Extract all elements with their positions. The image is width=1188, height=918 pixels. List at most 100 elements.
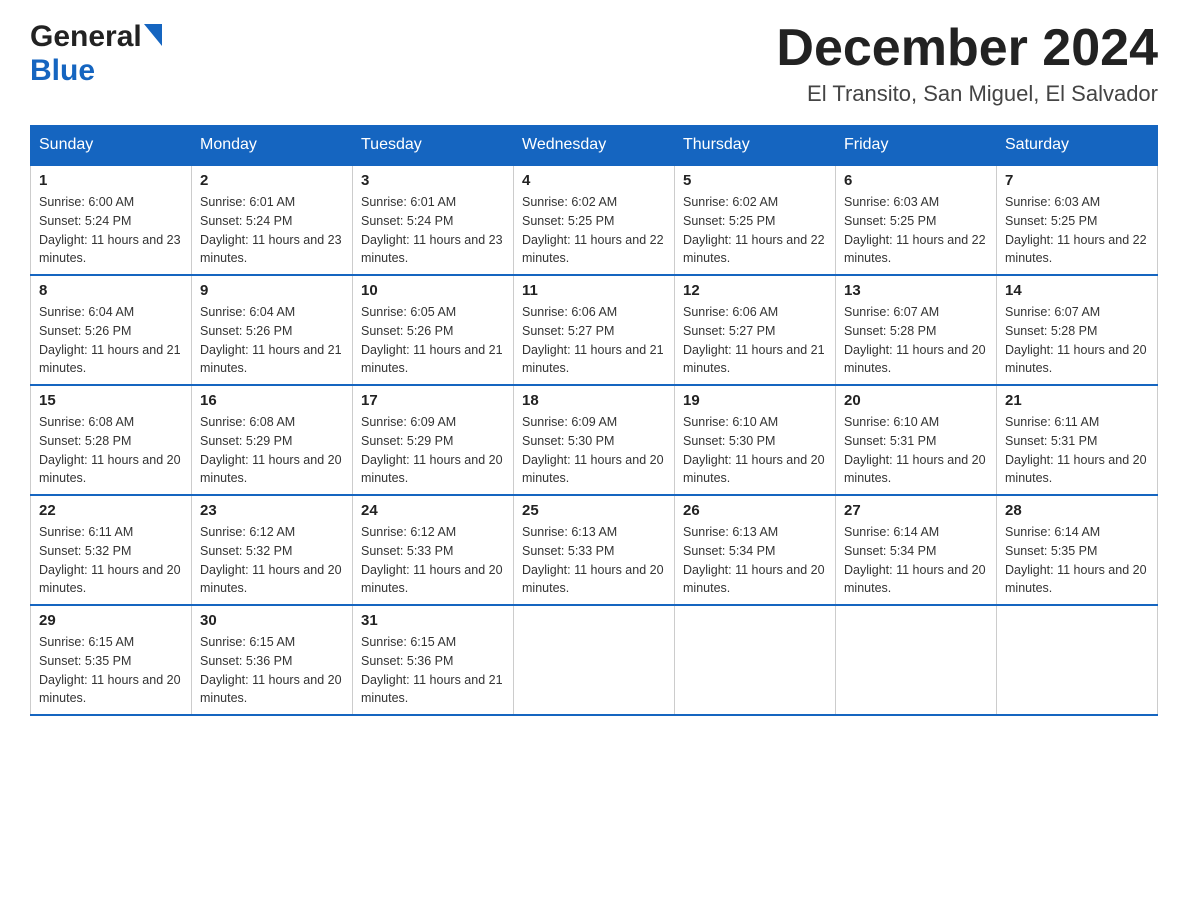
calendar-cell: 28 Sunrise: 6:14 AMSunset: 5:35 PMDaylig… [997, 495, 1158, 605]
calendar-header-thursday: Thursday [675, 126, 836, 166]
day-number: 31 [361, 612, 505, 629]
day-number: 16 [200, 392, 344, 409]
calendar-cell: 25 Sunrise: 6:13 AMSunset: 5:33 PMDaylig… [514, 495, 675, 605]
calendar-cell: 30 Sunrise: 6:15 AMSunset: 5:36 PMDaylig… [192, 605, 353, 715]
day-info: Sunrise: 6:07 AMSunset: 5:28 PMDaylight:… [844, 303, 988, 378]
day-info: Sunrise: 6:14 AMSunset: 5:35 PMDaylight:… [1005, 523, 1149, 598]
day-info: Sunrise: 6:03 AMSunset: 5:25 PMDaylight:… [844, 193, 988, 268]
day-info: Sunrise: 6:15 AMSunset: 5:36 PMDaylight:… [361, 633, 505, 708]
day-number: 19 [683, 392, 827, 409]
calendar-week-row: 15 Sunrise: 6:08 AMSunset: 5:28 PMDaylig… [31, 385, 1158, 495]
calendar-week-row: 1 Sunrise: 6:00 AMSunset: 5:24 PMDayligh… [31, 165, 1158, 275]
day-number: 23 [200, 502, 344, 519]
calendar-cell: 5 Sunrise: 6:02 AMSunset: 5:25 PMDayligh… [675, 165, 836, 275]
subtitle: El Transito, San Miguel, El Salvador [776, 81, 1158, 107]
day-info: Sunrise: 6:06 AMSunset: 5:27 PMDaylight:… [522, 303, 666, 378]
day-info: Sunrise: 6:15 AMSunset: 5:36 PMDaylight:… [200, 633, 344, 708]
day-info: Sunrise: 6:11 AMSunset: 5:31 PMDaylight:… [1005, 413, 1149, 488]
logo-arrow-icon [144, 24, 162, 51]
calendar-week-row: 8 Sunrise: 6:04 AMSunset: 5:26 PMDayligh… [31, 275, 1158, 385]
day-number: 3 [361, 172, 505, 189]
day-number: 7 [1005, 172, 1149, 189]
logo: General Blue [30, 20, 162, 88]
day-number: 22 [39, 502, 183, 519]
calendar-header-friday: Friday [836, 126, 997, 166]
calendar-header-tuesday: Tuesday [353, 126, 514, 166]
day-info: Sunrise: 6:09 AMSunset: 5:30 PMDaylight:… [522, 413, 666, 488]
calendar-cell: 23 Sunrise: 6:12 AMSunset: 5:32 PMDaylig… [192, 495, 353, 605]
main-title: December 2024 [776, 20, 1158, 77]
calendar-cell: 7 Sunrise: 6:03 AMSunset: 5:25 PMDayligh… [997, 165, 1158, 275]
day-info: Sunrise: 6:13 AMSunset: 5:33 PMDaylight:… [522, 523, 666, 598]
calendar-cell: 24 Sunrise: 6:12 AMSunset: 5:33 PMDaylig… [353, 495, 514, 605]
day-number: 25 [522, 502, 666, 519]
day-info: Sunrise: 6:09 AMSunset: 5:29 PMDaylight:… [361, 413, 505, 488]
day-number: 27 [844, 502, 988, 519]
calendar-cell: 29 Sunrise: 6:15 AMSunset: 5:35 PMDaylig… [31, 605, 192, 715]
calendar-cell [997, 605, 1158, 715]
calendar-cell: 22 Sunrise: 6:11 AMSunset: 5:32 PMDaylig… [31, 495, 192, 605]
calendar-cell: 2 Sunrise: 6:01 AMSunset: 5:24 PMDayligh… [192, 165, 353, 275]
day-info: Sunrise: 6:04 AMSunset: 5:26 PMDaylight:… [39, 303, 183, 378]
day-number: 29 [39, 612, 183, 629]
day-info: Sunrise: 6:00 AMSunset: 5:24 PMDaylight:… [39, 193, 183, 268]
day-number: 18 [522, 392, 666, 409]
calendar-cell: 18 Sunrise: 6:09 AMSunset: 5:30 PMDaylig… [514, 385, 675, 495]
logo-blue: Blue [30, 54, 95, 88]
calendar-cell: 12 Sunrise: 6:06 AMSunset: 5:27 PMDaylig… [675, 275, 836, 385]
calendar-cell: 6 Sunrise: 6:03 AMSunset: 5:25 PMDayligh… [836, 165, 997, 275]
calendar-cell: 15 Sunrise: 6:08 AMSunset: 5:28 PMDaylig… [31, 385, 192, 495]
day-info: Sunrise: 6:01 AMSunset: 5:24 PMDaylight:… [200, 193, 344, 268]
calendar-header-wednesday: Wednesday [514, 126, 675, 166]
calendar-cell: 14 Sunrise: 6:07 AMSunset: 5:28 PMDaylig… [997, 275, 1158, 385]
day-info: Sunrise: 6:12 AMSunset: 5:32 PMDaylight:… [200, 523, 344, 598]
day-number: 26 [683, 502, 827, 519]
day-info: Sunrise: 6:10 AMSunset: 5:30 PMDaylight:… [683, 413, 827, 488]
calendar-cell: 21 Sunrise: 6:11 AMSunset: 5:31 PMDaylig… [997, 385, 1158, 495]
day-info: Sunrise: 6:10 AMSunset: 5:31 PMDaylight:… [844, 413, 988, 488]
day-number: 9 [200, 282, 344, 299]
calendar-table: SundayMondayTuesdayWednesdayThursdayFrid… [30, 125, 1158, 716]
calendar-header-row: SundayMondayTuesdayWednesdayThursdayFrid… [31, 126, 1158, 166]
calendar-cell: 17 Sunrise: 6:09 AMSunset: 5:29 PMDaylig… [353, 385, 514, 495]
title-block: December 2024 El Transito, San Miguel, E… [776, 20, 1158, 107]
calendar-header-saturday: Saturday [997, 126, 1158, 166]
day-info: Sunrise: 6:06 AMSunset: 5:27 PMDaylight:… [683, 303, 827, 378]
calendar-cell: 3 Sunrise: 6:01 AMSunset: 5:24 PMDayligh… [353, 165, 514, 275]
day-number: 13 [844, 282, 988, 299]
calendar-cell: 11 Sunrise: 6:06 AMSunset: 5:27 PMDaylig… [514, 275, 675, 385]
day-number: 5 [683, 172, 827, 189]
day-info: Sunrise: 6:12 AMSunset: 5:33 PMDaylight:… [361, 523, 505, 598]
calendar-header-sunday: Sunday [31, 126, 192, 166]
day-number: 17 [361, 392, 505, 409]
calendar-cell [675, 605, 836, 715]
day-number: 6 [844, 172, 988, 189]
day-info: Sunrise: 6:07 AMSunset: 5:28 PMDaylight:… [1005, 303, 1149, 378]
calendar-cell: 27 Sunrise: 6:14 AMSunset: 5:34 PMDaylig… [836, 495, 997, 605]
day-number: 1 [39, 172, 183, 189]
day-number: 12 [683, 282, 827, 299]
day-info: Sunrise: 6:15 AMSunset: 5:35 PMDaylight:… [39, 633, 183, 708]
day-number: 28 [1005, 502, 1149, 519]
day-info: Sunrise: 6:13 AMSunset: 5:34 PMDaylight:… [683, 523, 827, 598]
calendar-cell: 26 Sunrise: 6:13 AMSunset: 5:34 PMDaylig… [675, 495, 836, 605]
calendar-cell: 31 Sunrise: 6:15 AMSunset: 5:36 PMDaylig… [353, 605, 514, 715]
calendar-cell: 10 Sunrise: 6:05 AMSunset: 5:26 PMDaylig… [353, 275, 514, 385]
calendar-cell [514, 605, 675, 715]
day-info: Sunrise: 6:05 AMSunset: 5:26 PMDaylight:… [361, 303, 505, 378]
day-info: Sunrise: 6:02 AMSunset: 5:25 PMDaylight:… [683, 193, 827, 268]
calendar-cell: 19 Sunrise: 6:10 AMSunset: 5:30 PMDaylig… [675, 385, 836, 495]
calendar-cell: 20 Sunrise: 6:10 AMSunset: 5:31 PMDaylig… [836, 385, 997, 495]
day-number: 4 [522, 172, 666, 189]
calendar-cell: 13 Sunrise: 6:07 AMSunset: 5:28 PMDaylig… [836, 275, 997, 385]
calendar-week-row: 22 Sunrise: 6:11 AMSunset: 5:32 PMDaylig… [31, 495, 1158, 605]
day-info: Sunrise: 6:02 AMSunset: 5:25 PMDaylight:… [522, 193, 666, 268]
day-number: 20 [844, 392, 988, 409]
day-number: 2 [200, 172, 344, 189]
day-number: 8 [39, 282, 183, 299]
calendar-cell: 8 Sunrise: 6:04 AMSunset: 5:26 PMDayligh… [31, 275, 192, 385]
day-info: Sunrise: 6:01 AMSunset: 5:24 PMDaylight:… [361, 193, 505, 268]
day-info: Sunrise: 6:14 AMSunset: 5:34 PMDaylight:… [844, 523, 988, 598]
page-header: General Blue December 2024 El Transito, … [30, 20, 1158, 107]
day-number: 24 [361, 502, 505, 519]
